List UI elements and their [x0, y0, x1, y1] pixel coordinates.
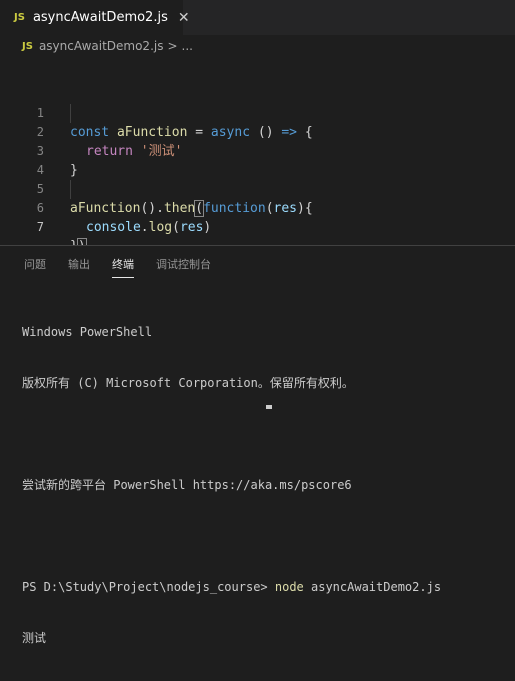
bottom-panel: 问题 输出 终端 调试控制台 Windows PowerShell 版权所有 (… [0, 245, 515, 645]
chevron-right-icon: > [167, 39, 178, 53]
code-line: 4 [0, 142, 515, 177]
terminal-prompt: PS D:\Study\Project\nodejs_course> [22, 580, 275, 594]
code-line: 5 aFunction().then(function(res){ [0, 161, 515, 217]
code-line: 2 return '测试' [0, 104, 515, 159]
close-icon[interactable]: ✕ [178, 10, 190, 26]
token: console [86, 220, 141, 235]
token: ( [172, 220, 180, 235]
terminal-line: 版权所有 (C) Microsoft Corporation。保留所有权利。 [22, 376, 354, 390]
token: . [140, 220, 149, 235]
token: res [179, 220, 204, 235]
terminal-line: 测试 [22, 631, 47, 645]
terminal-command: node [274, 580, 304, 594]
code-editor[interactable]: 1 const aFunction = async () => { 2 retu… [0, 57, 515, 255]
terminal-line: Windows PowerShell [22, 325, 153, 339]
terminal-output[interactable]: Windows PowerShell 版权所有 (C) Microsoft Co… [22, 290, 512, 681]
javascript-file-icon: JS [14, 12, 25, 23]
code-line: 3 } [0, 123, 515, 178]
code-line: 7 }) [0, 199, 515, 255]
panel-tabs: 问题 输出 终端 调试控制台 [0, 246, 515, 284]
tab-problems[interactable]: 问题 [24, 246, 46, 284]
editor-tab-bar: JS asyncAwaitDemo2.js ✕ [0, 0, 515, 35]
breadcrumb-symbol[interactable]: ... [182, 39, 193, 53]
terminal-cursor [266, 405, 272, 409]
tab-output[interactable]: 输出 [68, 246, 90, 284]
breadcrumb-file[interactable]: asyncAwaitDemo2.js [39, 39, 164, 53]
tab-asyncawaitdemo2[interactable]: JS asyncAwaitDemo2.js ✕ [0, 0, 190, 35]
line-number: 7 [36, 220, 44, 234]
javascript-file-icon: JS [22, 40, 33, 52]
code-line: 6 console.log(res) [0, 180, 515, 235]
terminal-command-line: PS D:\Study\Project\nodejs_course> node … [22, 579, 512, 596]
terminal-argument: asyncAwaitDemo2.js [303, 580, 442, 594]
tab-title: asyncAwaitDemo2.js [32, 10, 168, 25]
tab-debug-console[interactable]: 调试控制台 [156, 246, 211, 284]
code-line: 1 const aFunction = async () => { [0, 85, 515, 140]
tab-terminal[interactable]: 终端 [112, 246, 134, 284]
breadcrumb: JS asyncAwaitDemo2.js > ... [0, 35, 515, 57]
terminal-line: 尝试新的跨平台 PowerShell https://aka.ms/pscore… [22, 478, 352, 492]
token: log [148, 220, 173, 235]
token: ) [203, 220, 212, 235]
